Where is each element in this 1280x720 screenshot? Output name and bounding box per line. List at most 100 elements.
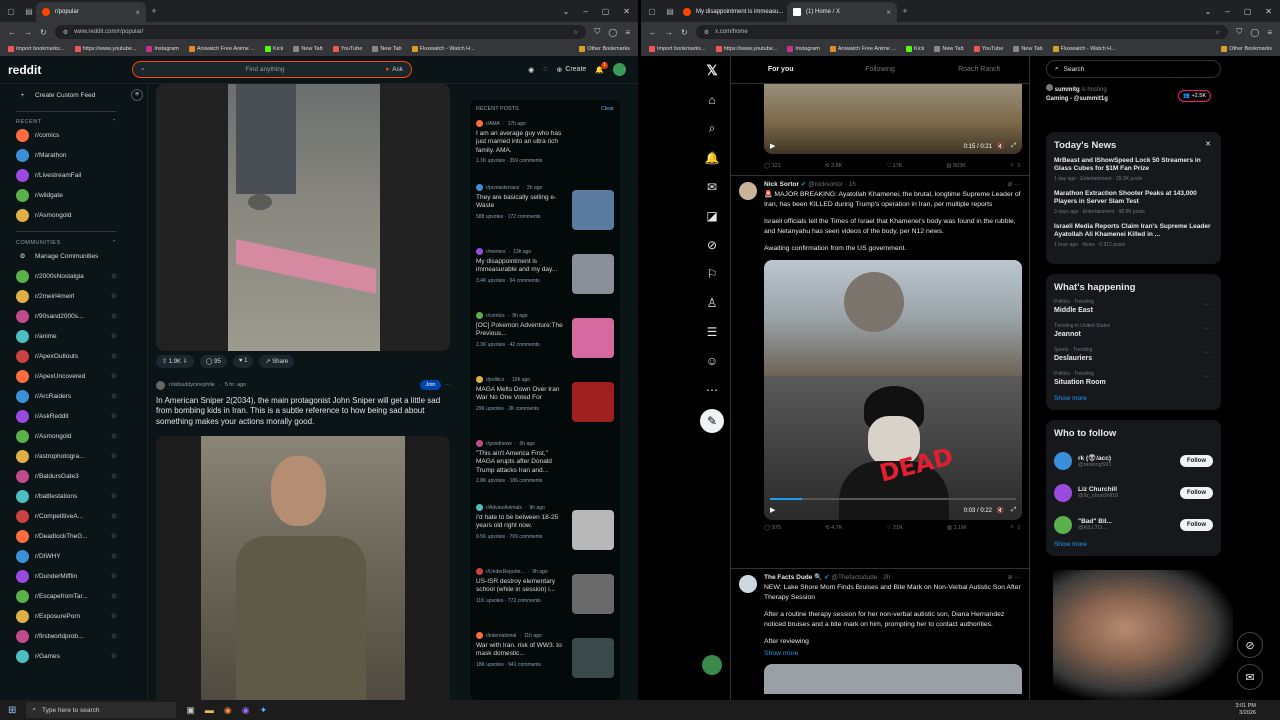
avatar[interactable] — [613, 63, 626, 76]
recent-post-item[interactable]: r/goodnews · 6h ago "This ain't America Fir… — [476, 440, 614, 504]
favorite-star-icon[interactable]: ☆ — [111, 332, 117, 340]
browser-icon[interactable]: ◉ — [242, 705, 250, 716]
x-search-input[interactable]: ⌕ Search — [1046, 60, 1221, 78]
repost-button[interactable]: ⟲ 3.8K — [825, 163, 842, 169]
close-window-icon[interactable]: ✕ — [1265, 7, 1272, 16]
bookmark-item[interactable]: Import bookmarks... — [649, 46, 706, 52]
collapse-sidebar-icon[interactable]: ≡ — [131, 89, 143, 101]
maximize-icon[interactable]: ▢ — [602, 7, 610, 16]
other-bookmarks[interactable]: Other Bookmarks — [579, 46, 630, 52]
create-button[interactable]: ⊕ Create — [556, 66, 586, 74]
sidebar-item-community[interactable]: r/2000sNostalgia ☆ — [16, 266, 147, 286]
new-tab-icon[interactable]: + — [897, 6, 913, 16]
tab-actions-icon[interactable]: ▢ — [0, 7, 22, 16]
home-icon[interactable]: ⌂ — [708, 85, 715, 114]
trend-item[interactable]: Politics · Trending Middle East ··· — [1054, 299, 1213, 314]
recent-post-item[interactable]: r/politics · 10h ago MAGA Melts Down Over I… — [476, 376, 614, 440]
chevron-down-icon[interactable]: ⌄ — [1205, 7, 1212, 16]
ask-button[interactable]: ● Ask — [385, 66, 403, 73]
lists-icon[interactable]: ☰ — [707, 317, 718, 346]
news-item[interactable]: Israeli Media Reports Claim Iran's Supre… — [1054, 223, 1213, 248]
follow-button[interactable]: Follow — [1180, 518, 1213, 531]
tab-following[interactable]: Following — [830, 56, 929, 83]
post-media-sniper[interactable] — [156, 436, 450, 700]
sidebar-item-community[interactable]: r/anime ☆ — [16, 326, 147, 346]
recent-post-item[interactable]: r/AMA · 17h ago I am an average guy who has… — [476, 120, 614, 184]
news-item[interactable]: Marathon Extraction Shooter Peaks at 143… — [1054, 190, 1213, 215]
sidebar-item-community[interactable]: r/ApexUncovered ☆ — [16, 366, 147, 386]
reddit-logo[interactable]: reddit — [8, 63, 41, 77]
reply-button[interactable]: ◯ 121 — [764, 163, 781, 169]
trend-item[interactable]: Politics · Trending Situation Room ··· — [1054, 371, 1213, 386]
views-button[interactable]: ▥ 503K — [946, 163, 966, 169]
close-icon[interactable]: ✕ — [1205, 140, 1211, 148]
bookmark-item[interactable]: Instagram — [146, 46, 179, 52]
favorite-star-icon[interactable]: ☆ — [111, 512, 117, 520]
close-tab-icon[interactable]: × — [886, 8, 891, 17]
chevron-down-icon[interactable]: ⌄ — [563, 7, 570, 16]
tab-list-icon[interactable]: ▤ — [22, 7, 36, 16]
forward-icon[interactable]: → — [24, 28, 32, 37]
profile-icon[interactable]: ☺ — [706, 346, 718, 375]
comments-button[interactable]: ◯ 95 — [199, 355, 227, 368]
firefox-icon[interactable]: ◉ — [224, 705, 232, 716]
reload-icon[interactable]: ↻ — [681, 28, 688, 37]
clear-button[interactable]: Clear — [601, 106, 614, 112]
show-more-link[interactable]: Show more — [764, 649, 1021, 659]
messages-icon[interactable]: ✉ — [707, 172, 717, 201]
star-icon[interactable]: ☆ — [1215, 29, 1220, 36]
mute-icon[interactable]: 🔇 — [997, 143, 1004, 150]
recent-post-item[interactable]: r/comics · 9h ago [OC] Pokemon Adventure:Th… — [476, 312, 614, 376]
favorite-star-icon[interactable]: ☆ — [111, 532, 117, 540]
bookmarks-icon[interactable]: ⚐ — [707, 259, 718, 288]
show-more-link[interactable]: Show more — [1054, 541, 1213, 548]
more-options-icon[interactable]: ··· — [1204, 325, 1211, 332]
avatar[interactable] — [739, 575, 757, 593]
repost-button[interactable]: ⟲ 4.7K — [825, 525, 842, 531]
sidebar-item-community[interactable]: r/DeadlockTheG... ☆ — [16, 526, 147, 546]
sidebar-item-community[interactable]: r/ExposurePorn ☆ — [16, 606, 147, 626]
shield-icon[interactable]: ⛉ — [1236, 27, 1242, 37]
like-button[interactable]: ♡ 17K — [886, 163, 902, 169]
tweet-author[interactable]: Nick Sortor — [764, 181, 799, 188]
more-options-icon[interactable]: ⊘ ··· — [1007, 180, 1021, 188]
sidebar-item-community[interactable]: r/Games ☆ — [16, 646, 147, 666]
more-options-icon[interactable]: ··· — [1204, 349, 1211, 356]
sidebar-item-recent[interactable]: r/wildgate — [16, 185, 147, 205]
sidebar-item-community[interactable]: r/astrophotogra... ☆ — [16, 446, 147, 466]
bookmark-item[interactable]: Kick — [264, 46, 283, 52]
bookmark-item[interactable]: https://www.youtube... — [74, 46, 136, 52]
close-tab-icon[interactable]: × — [135, 8, 140, 17]
views-button[interactable]: ▥ 1.1M — [947, 525, 966, 531]
messages-icon[interactable]: ✉ — [1237, 664, 1263, 690]
play-icon[interactable]: ▶ — [770, 506, 775, 514]
favorite-star-icon[interactable]: ☆ — [111, 452, 117, 460]
tab-reddit[interactable]: r/popular × — [36, 2, 146, 22]
post-title[interactable]: In American Sniper 2(2034), the main pro… — [156, 396, 452, 427]
site-info-icon[interactable]: ⚙ — [63, 29, 68, 36]
favorite-star-icon[interactable]: ☆ — [111, 552, 117, 560]
play-icon[interactable]: ▶ — [770, 142, 775, 150]
avatar[interactable] — [1054, 451, 1072, 470]
sidebar-item-recent[interactable]: r/Marathon — [16, 145, 147, 165]
reload-icon[interactable]: ↻ — [40, 28, 47, 37]
bookmark-item[interactable]: Fluxwatch - Watch H... — [1052, 46, 1116, 52]
forward-icon[interactable]: → — [665, 28, 673, 37]
favorite-star-icon[interactable]: ☆ — [111, 372, 117, 380]
bookmark-item[interactable]: Instagram — [787, 46, 820, 52]
other-bookmarks[interactable]: Other Bookmarks — [1221, 46, 1272, 52]
address-bar[interactable]: ⚙ x.com/home ☆ — [695, 25, 1229, 39]
tab-roach-ranch[interactable]: Roach Ranch — [930, 56, 1029, 83]
favorite-star-icon[interactable]: ☆ — [111, 352, 117, 360]
recent-post-item[interactable]: r/UnderReporte... · 9h ago US-ISR destroy e… — [476, 568, 614, 632]
minimize-icon[interactable]: – — [583, 7, 587, 16]
sidebar-item-community[interactable]: r/battlestations ☆ — [16, 486, 147, 506]
recent-post-item[interactable]: r/AdviceAnimals · 9h ago I'd hate to be bet… — [476, 504, 614, 568]
bookmark-item[interactable]: Import bookmarks... — [8, 46, 65, 52]
avatar[interactable] — [739, 182, 757, 200]
bookmark-item[interactable]: YouTube — [973, 46, 1003, 52]
tab-x-home[interactable]: (1) Home / X × — [787, 2, 897, 22]
manage-communities[interactable]: ⚙ Manage Communities — [16, 246, 147, 266]
favorite-star-icon[interactable]: ☆ — [111, 272, 117, 280]
account-icon[interactable]: ◯ — [608, 28, 617, 37]
